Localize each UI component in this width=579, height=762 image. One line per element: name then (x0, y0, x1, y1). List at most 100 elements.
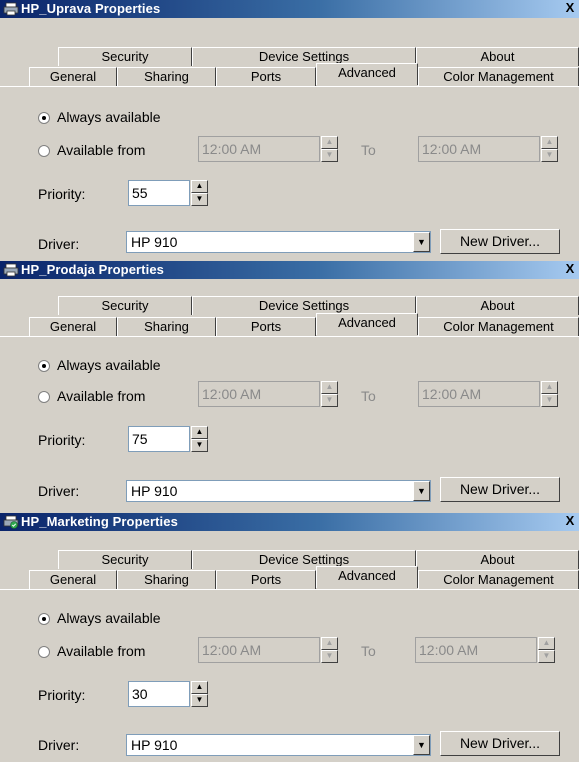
spin-down-icon[interactable]: ▼ (541, 149, 558, 162)
spin-up-icon[interactable]: ▲ (191, 180, 208, 193)
spin-down-icon[interactable]: ▼ (191, 439, 208, 452)
available-from-label: Available from (57, 388, 146, 404)
spin-up-icon[interactable]: ▲ (321, 637, 338, 650)
to-time-spinner[interactable]: ▲ ▼ (541, 381, 558, 407)
priority-spinner[interactable]: ▲ ▼ (191, 180, 208, 206)
available-from-radio[interactable] (38, 391, 50, 403)
driver-select[interactable]: HP 910 ▼ (126, 480, 431, 502)
available-from-label: Available from (57, 142, 146, 158)
priority-label: Priority: (38, 687, 86, 703)
chevron-down-icon[interactable]: ▼ (413, 232, 430, 252)
tab-about[interactable]: About (416, 47, 579, 66)
chevron-down-icon[interactable]: ▼ (413, 735, 430, 755)
spin-up-icon[interactable]: ▲ (538, 637, 555, 650)
available-from-radio[interactable] (38, 145, 50, 157)
driver-select[interactable]: HP 910 ▼ (126, 734, 431, 756)
tab-color-management[interactable]: Color Management (418, 570, 579, 589)
from-time-spinner[interactable]: ▲ ▼ (321, 381, 338, 407)
driver-select-value: HP 910 (131, 483, 178, 499)
tab-general[interactable]: General (29, 570, 117, 589)
tab-security[interactable]: Security (58, 296, 192, 315)
priority-input[interactable]: 55 (128, 180, 190, 206)
tab-panel-border (0, 589, 579, 590)
spin-up-icon[interactable]: ▲ (191, 426, 208, 439)
tab-about[interactable]: About (416, 296, 579, 315)
spin-down-icon[interactable]: ▼ (321, 650, 338, 663)
to-time-field[interactable]: 12:00 AM (418, 381, 540, 407)
printer-icon (3, 2, 19, 16)
from-time-spinner[interactable]: ▲ ▼ (321, 136, 338, 162)
tab-sharing[interactable]: Sharing (117, 67, 216, 86)
shared-printer-icon (3, 515, 19, 529)
priority-spinner[interactable]: ▲ ▼ (191, 426, 208, 452)
new-driver-button[interactable]: New Driver... (440, 229, 560, 254)
driver-label: Driver: (38, 737, 80, 753)
spin-up-icon[interactable]: ▲ (541, 136, 558, 149)
priority-input[interactable]: 75 (128, 426, 190, 452)
spin-up-icon[interactable]: ▲ (191, 681, 208, 694)
driver-label: Driver: (38, 236, 80, 252)
tab-general[interactable]: General (29, 317, 117, 336)
tab-ports[interactable]: Ports (216, 67, 316, 86)
priority-label: Priority: (38, 432, 86, 448)
always-available-label: Always available (57, 109, 161, 125)
from-time-field[interactable]: 12:00 AM (198, 637, 320, 663)
from-time-spinner[interactable]: ▲ ▼ (321, 637, 338, 663)
chevron-down-icon[interactable]: ▼ (413, 481, 430, 501)
tab-security[interactable]: Security (58, 47, 192, 66)
tab-ports[interactable]: Ports (216, 570, 316, 589)
spin-up-icon[interactable]: ▲ (541, 381, 558, 394)
tab-sharing[interactable]: Sharing (117, 317, 216, 336)
title-bar[interactable]: HP_Marketing Properties X (0, 513, 579, 531)
tab-ports[interactable]: Ports (216, 317, 316, 336)
driver-select[interactable]: HP 910 ▼ (126, 231, 431, 253)
new-driver-button[interactable]: New Driver... (440, 477, 560, 502)
new-driver-button[interactable]: New Driver... (440, 731, 560, 756)
to-time-field[interactable]: 12:00 AM (415, 637, 537, 663)
spin-down-icon[interactable]: ▼ (191, 193, 208, 206)
spin-down-icon[interactable]: ▼ (538, 650, 555, 663)
tab-advanced[interactable]: Advanced (316, 566, 418, 588)
spin-down-icon[interactable]: ▼ (191, 694, 208, 707)
tab-general[interactable]: General (29, 67, 117, 86)
title-bar[interactable]: HP_Prodaja Properties X (0, 261, 579, 279)
driver-label: Driver: (38, 483, 80, 499)
spin-down-icon[interactable]: ▼ (541, 394, 558, 407)
tab-color-management[interactable]: Color Management (418, 317, 579, 336)
always-available-label: Always available (57, 610, 161, 626)
printer-properties-window: HP_Prodaja Properties X Security Device … (0, 255, 579, 509)
close-icon[interactable]: X (563, 1, 577, 15)
to-label: To (361, 142, 376, 158)
from-time-field[interactable]: 12:00 AM (198, 136, 320, 162)
to-time-spinner[interactable]: ▲ ▼ (538, 637, 555, 663)
always-available-radio[interactable] (38, 360, 50, 372)
priority-input[interactable]: 30 (128, 681, 190, 707)
to-label: To (361, 643, 376, 659)
spin-down-icon[interactable]: ▼ (321, 149, 338, 162)
tab-security[interactable]: Security (58, 550, 192, 569)
spin-up-icon[interactable]: ▲ (321, 381, 338, 394)
to-time-field[interactable]: 12:00 AM (418, 136, 540, 162)
printer-icon (3, 263, 19, 277)
printer-properties-window: HP_Marketing Properties X Security Devic… (0, 508, 579, 762)
spin-up-icon[interactable]: ▲ (321, 136, 338, 149)
priority-spinner[interactable]: ▲ ▼ (191, 681, 208, 707)
tab-panel-border (0, 336, 579, 337)
tab-advanced[interactable]: Advanced (316, 313, 418, 335)
tab-color-management[interactable]: Color Management (418, 67, 579, 86)
to-time-spinner[interactable]: ▲ ▼ (541, 136, 558, 162)
available-from-label: Available from (57, 643, 146, 659)
tab-advanced[interactable]: Advanced (316, 63, 418, 85)
always-available-radio[interactable] (38, 112, 50, 124)
title-bar[interactable]: HP_Uprava Properties X (0, 0, 579, 18)
available-from-radio[interactable] (38, 646, 50, 658)
close-icon[interactable]: X (563, 514, 577, 528)
always-available-radio[interactable] (38, 613, 50, 625)
spin-down-icon[interactable]: ▼ (321, 394, 338, 407)
always-available-label: Always available (57, 357, 161, 373)
from-time-field[interactable]: 12:00 AM (198, 381, 320, 407)
tab-about[interactable]: About (416, 550, 579, 569)
tab-sharing[interactable]: Sharing (117, 570, 216, 589)
priority-label: Priority: (38, 186, 86, 202)
close-icon[interactable]: X (563, 262, 577, 276)
